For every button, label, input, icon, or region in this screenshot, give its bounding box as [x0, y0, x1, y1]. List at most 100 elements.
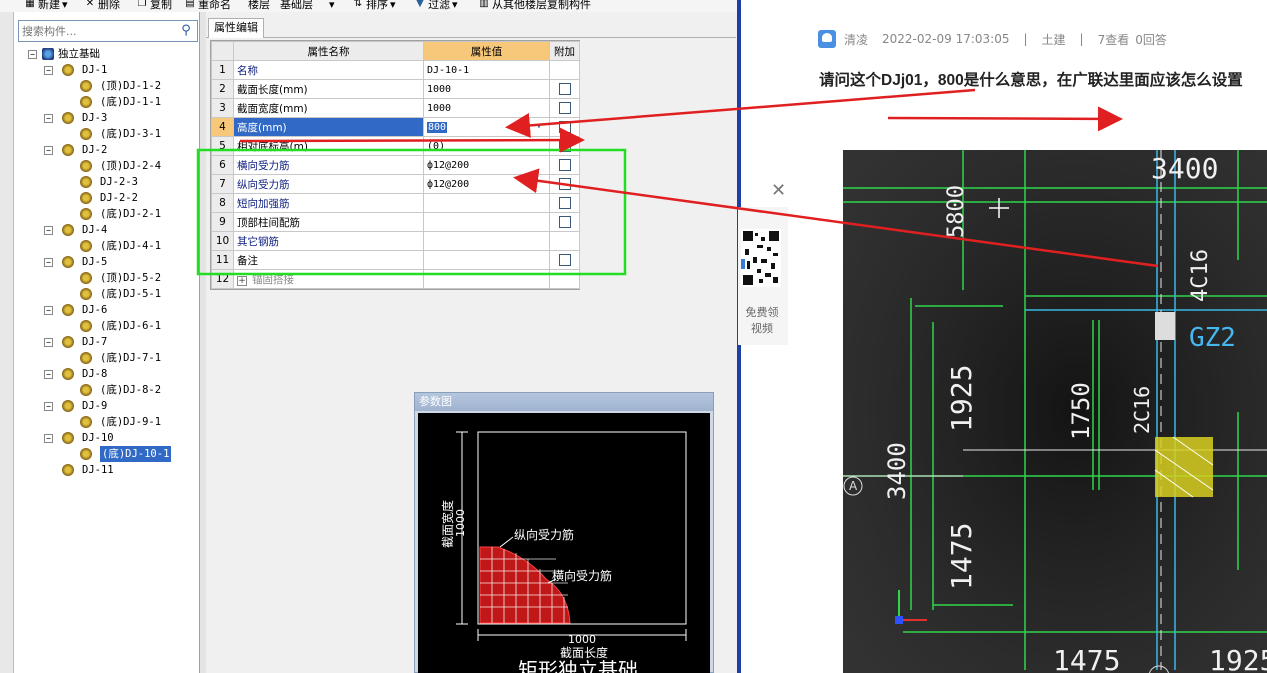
property-value[interactable]: 800 — [427, 121, 448, 133]
chevron-down-icon[interactable]: ▾ — [531, 119, 547, 135]
property-value-cell[interactable] — [423, 250, 550, 270]
property-row[interactable]: 2 截面长度(mm) 1000 — [211, 79, 580, 99]
dropdown-arrow-icon: ▾ — [62, 0, 68, 11]
new-button[interactable]: ▦ 新建 ▾ — [24, 0, 68, 12]
property-row[interactable]: 1 名称 DJ-10-1 — [211, 60, 580, 80]
tree-group-node[interactable]: − DJ-6 — [20, 302, 198, 318]
collapse-icon[interactable]: − — [44, 258, 53, 267]
property-value-cell[interactable] — [423, 212, 550, 232]
collapse-icon[interactable]: − — [44, 370, 53, 379]
property-row[interactable]: 4 高度(mm) 800 ▾ — [211, 117, 580, 137]
tree-group-node[interactable]: − DJ-2 — [20, 142, 198, 158]
filter-button[interactable]: ▼ 过滤 ▾ — [414, 0, 457, 12]
tree-node-label: DJ-1 — [82, 64, 108, 76]
tree-leaf-node[interactable]: (底)DJ-1-1 — [20, 94, 198, 110]
attach-checkbox[interactable] — [558, 83, 571, 95]
tree-leaf-node[interactable]: (底)DJ-8-2 — [20, 382, 198, 398]
tree-leaf-node[interactable]: (顶)DJ-1-2 — [20, 78, 198, 94]
component-icon — [80, 176, 92, 188]
close-icon[interactable]: ✕ — [771, 180, 786, 201]
property-row[interactable]: 3 截面宽度(mm) 1000 — [211, 98, 580, 118]
copy-button[interactable]: ❐ 复制 — [136, 0, 172, 12]
tree-group-node[interactable]: − DJ-3 — [20, 110, 198, 126]
collapse-icon[interactable]: − — [44, 146, 53, 155]
tree-leaf-node[interactable]: (底)DJ-10-1 — [20, 446, 198, 462]
attach-checkbox[interactable] — [558, 178, 571, 190]
drawing-photo[interactable]: A 3400 5800 4C16 GZ2 1925 1750 2C16 3400… — [843, 150, 1267, 673]
property-row[interactable]: 9 顶部柱间配筋 — [211, 212, 580, 232]
floor-select[interactable]: 基础层 ▾ — [280, 0, 335, 12]
tab-property-edit[interactable]: 属性编辑 — [208, 18, 264, 38]
tree-group-node[interactable]: − DJ-8 — [20, 366, 198, 382]
tree-leaf-node[interactable]: (顶)DJ-2-4 — [20, 158, 198, 174]
collapse-icon[interactable]: − — [28, 50, 37, 59]
tree-group-node[interactable]: − DJ-1 — [20, 62, 198, 78]
attach-checkbox[interactable] — [558, 197, 571, 209]
collapse-icon[interactable]: − — [44, 402, 53, 411]
property-value-cell[interactable]: DJ-10-1 — [423, 60, 550, 80]
tree-group-node[interactable]: − DJ-10 — [20, 430, 198, 446]
property-row[interactable]: 10 其它钢筋 — [211, 231, 580, 251]
attach-cell — [549, 193, 580, 213]
avatar[interactable] — [818, 30, 836, 48]
tree-group-node[interactable]: − DJ-4 — [20, 222, 198, 238]
tree-leaf-node[interactable]: (底)DJ-6-1 — [20, 318, 198, 334]
expand-icon[interactable]: + — [237, 275, 247, 286]
search-input[interactable] — [19, 21, 174, 41]
property-value-cell[interactable]: (0) — [423, 136, 550, 156]
collapse-icon[interactable]: − — [44, 66, 53, 75]
category-tag[interactable]: 土建 — [1042, 31, 1066, 48]
property-row[interactable]: 12 + 锚固搭接 — [211, 269, 580, 289]
attach-checkbox[interactable] — [558, 216, 571, 228]
copy-from-floor-button[interactable]: ▥ 从其他楼层复制构件 — [478, 0, 591, 12]
property-row[interactable]: 8 短向加强筋 — [211, 193, 580, 213]
property-value-cell[interactable]: 1000 — [423, 79, 550, 99]
tree-leaf-node[interactable]: (底)DJ-2-1 — [20, 206, 198, 222]
tree-group-node[interactable]: − DJ-7 — [20, 334, 198, 350]
property-row[interactable]: 5 相对底标高(m) (0) — [211, 136, 580, 156]
property-row[interactable]: 11 备注 — [211, 250, 580, 270]
row-number: 10 — [211, 231, 234, 251]
collapse-icon[interactable]: − — [44, 114, 53, 123]
tree-leaf-node[interactable]: (底)DJ-5-1 — [20, 286, 198, 302]
attach-checkbox[interactable] — [558, 159, 571, 171]
qr-promo-card[interactable]: 免费领 视频 — [738, 207, 788, 345]
property-row[interactable]: 6 横向受力筋 ф12@200 — [211, 155, 580, 175]
property-value-cell[interactable] — [423, 269, 550, 289]
property-value-cell[interactable]: 1000 — [423, 98, 550, 118]
tree-leaf-node[interactable]: (底)DJ-9-1 — [20, 414, 198, 430]
delete-button[interactable]: ✕ 删除 — [84, 0, 120, 12]
answer-count: 0回答 — [1135, 32, 1167, 47]
search-icon[interactable]: ⚲ — [177, 23, 195, 39]
tree-leaf-node[interactable]: DJ-2-2 — [20, 190, 198, 206]
attach-checkbox[interactable] — [558, 102, 571, 114]
property-value-cell[interactable] — [423, 193, 550, 213]
property-value-cell[interactable]: ф12@200 — [423, 174, 550, 194]
property-value-cell[interactable] — [423, 231, 550, 251]
tree-leaf-node[interactable]: (底)DJ-4-1 — [20, 238, 198, 254]
property-value-editor[interactable]: 800 ▾ — [423, 117, 550, 137]
collapse-icon[interactable]: − — [44, 306, 53, 315]
tree-group-node[interactable]: − DJ-5 — [20, 254, 198, 270]
component-icon — [80, 448, 92, 460]
author-name[interactable]: 清凌 — [844, 31, 868, 48]
tree-leaf-node[interactable]: (顶)DJ-5-2 — [20, 270, 198, 286]
tree-leaf-node[interactable]: (底)DJ-3-1 — [20, 126, 198, 142]
sort-button[interactable]: ⇅ 排序 ▾ — [352, 0, 396, 12]
rename-icon: ▤ — [185, 0, 195, 9]
tree-leaf-node[interactable]: DJ-2-3 — [20, 174, 198, 190]
property-row[interactable]: 7 纵向受力筋 ф12@200 — [211, 174, 580, 194]
collapse-icon[interactable]: − — [44, 434, 53, 443]
collapse-icon[interactable]: − — [44, 338, 53, 347]
tree-root[interactable]: − 独立基础 — [20, 46, 198, 62]
param-diagram-title[interactable]: 参数图 — [415, 393, 713, 411]
tree-group-node[interactable]: − DJ-9 — [20, 398, 198, 414]
tree-leaf-node[interactable]: (底)DJ-7-1 — [20, 350, 198, 366]
collapse-icon[interactable]: − — [44, 226, 53, 235]
property-value-cell[interactable]: ф12@200 — [423, 155, 550, 175]
attach-checkbox[interactable] — [558, 254, 571, 266]
attach-checkbox[interactable] — [558, 121, 571, 133]
attach-checkbox[interactable] — [558, 140, 571, 152]
rename-button[interactable]: ▤ 重命名 — [184, 0, 231, 12]
tree-group-node[interactable]: DJ-11 — [20, 462, 198, 478]
